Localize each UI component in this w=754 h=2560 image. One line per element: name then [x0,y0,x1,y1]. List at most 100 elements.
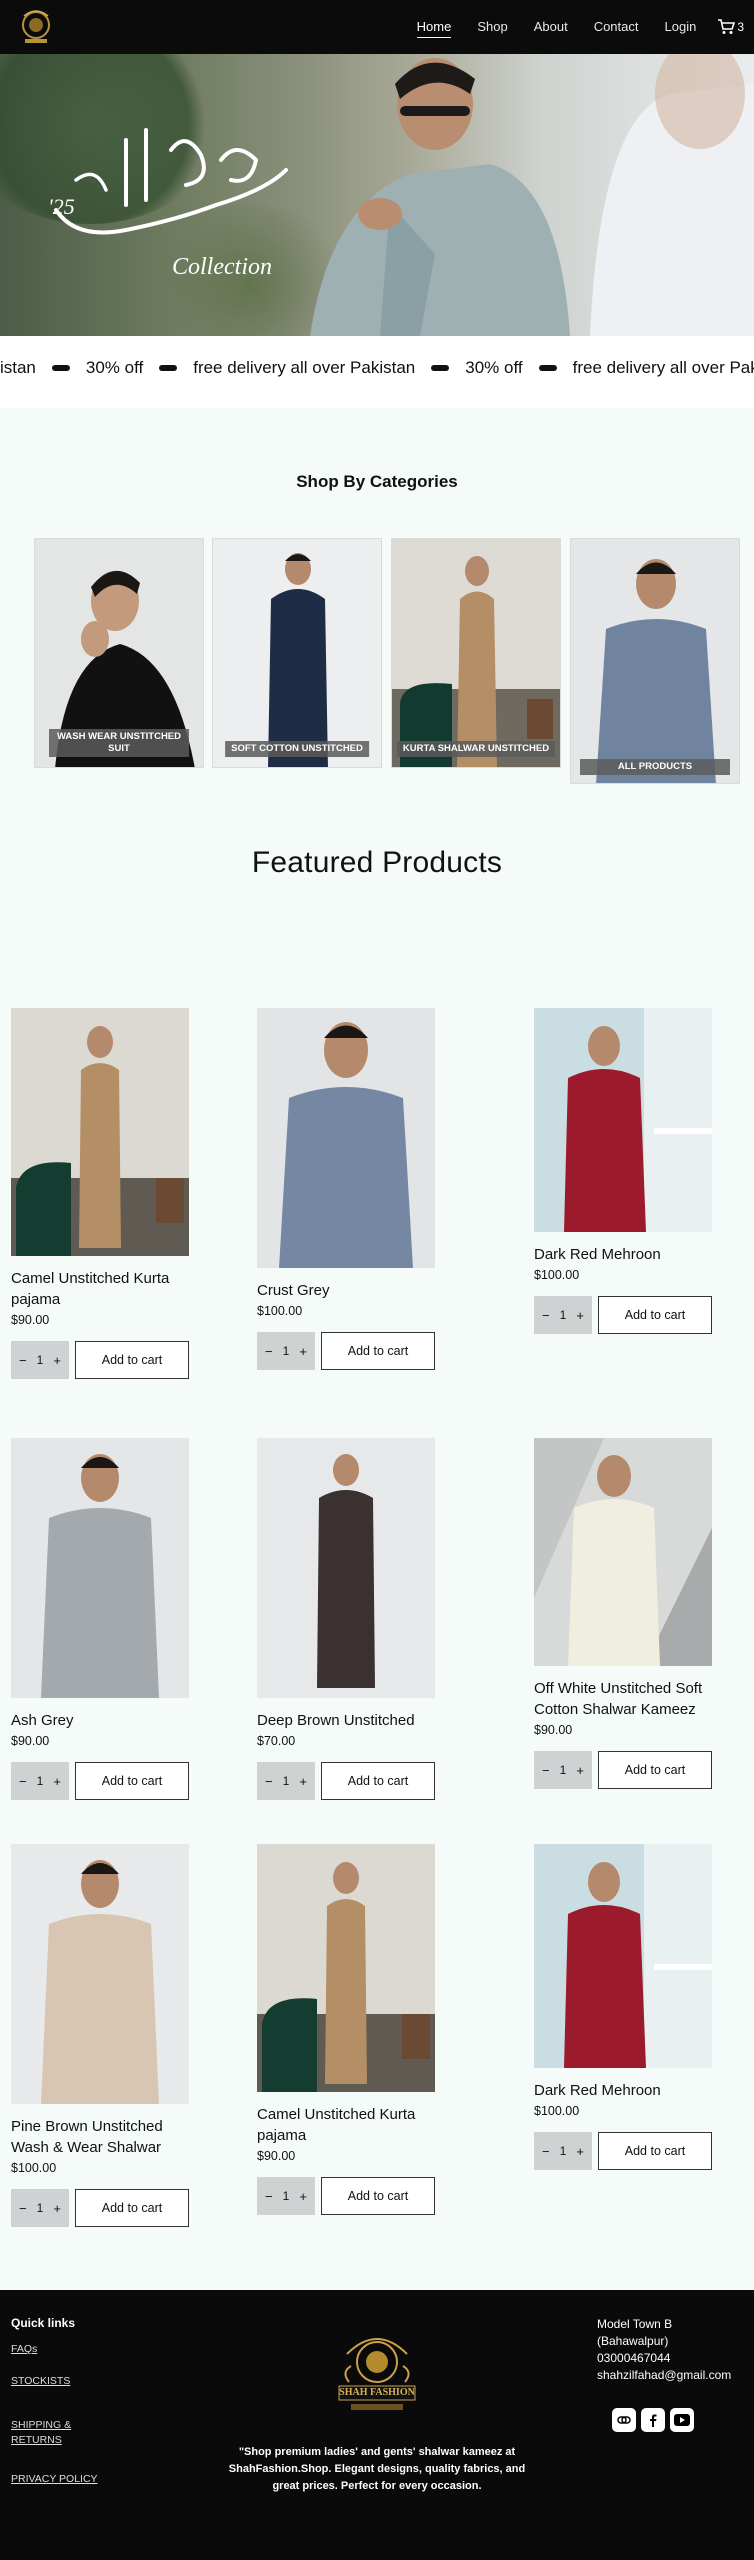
quantity-stepper: − 1 + [11,1341,69,1379]
youtube-icon[interactable] [670,2408,694,2432]
quantity-value[interactable]: 1 [283,1344,290,1358]
category-card-kurta-shalwar[interactable]: KURTA SHALWAR UNSTITCHED [391,538,561,768]
add-to-cart-button[interactable]: Add to cart [321,1762,435,1800]
category-label: WASH WEAR UNSTITCHED SUIT [49,729,189,757]
plus-icon[interactable]: + [299,1344,307,1359]
minus-icon[interactable]: − [265,2189,273,2204]
footer-email[interactable]: shahzilfahad@gmail.com [597,2367,731,2384]
quantity-value[interactable]: 1 [283,1774,290,1788]
category-card-all-products[interactable]: ALL PRODUCTS [570,538,740,784]
facebook-icon[interactable] [641,2408,665,2432]
product-name[interactable]: Crust Grey [257,1280,435,1301]
minus-icon[interactable]: − [19,1353,27,1368]
minus-icon[interactable]: − [542,2144,550,2159]
product-name[interactable]: Pine Brown Unstitched Wash & Wear Shalwa… [11,2116,189,2158]
wave-divider-icon [159,365,178,371]
quantity-value[interactable]: 1 [37,1774,44,1788]
add-to-cart-button[interactable]: Add to cart [75,1762,189,1800]
plus-icon[interactable]: + [576,2144,584,2159]
brand-logo[interactable] [14,6,58,48]
hero-banner[interactable]: '25 Collection [0,54,754,336]
product-image[interactable] [11,1008,189,1256]
category-card-soft-cotton[interactable]: SOFT COTTON UNSTITCHED [212,538,382,768]
footer-contact: Model Town B (Bahawalpur) 03000467044 sh… [597,2316,731,2384]
add-to-cart-button[interactable]: Add to cart [75,1341,189,1379]
plus-icon[interactable]: + [576,1763,584,1778]
product-card[interactable]: Dark Red Mehroon $100.00 − 1 + Add to ca… [534,1844,712,2170]
quantity-stepper: − 1 + [11,2189,69,2227]
minus-icon[interactable]: − [19,2201,27,2216]
product-card[interactable]: Deep Brown Unstitched $70.00 − 1 + Add t… [257,1438,435,1800]
footer-phone[interactable]: 03000467044 [597,2350,731,2367]
product-image[interactable] [534,1844,712,2068]
quantity-stepper: − 1 + [534,2132,592,2170]
nav-contact[interactable]: Contact [581,0,652,54]
add-to-cart-button[interactable]: Add to cart [598,1296,712,1334]
footer-link-shipping[interactable]: SHIPPING & RETURNS [11,2418,81,2448]
product-card[interactable]: Ash Grey $90.00 − 1 + Add to cart [11,1438,189,1800]
product-price: $100.00 [534,2104,580,2118]
minus-icon[interactable]: − [19,1774,27,1789]
quantity-value[interactable]: 1 [37,2201,44,2215]
minus-icon[interactable]: − [265,1774,273,1789]
product-name[interactable]: Ash Grey [11,1710,189,1731]
product-card[interactable]: Camel Unstitched Kurta pajama $90.00 − 1… [257,1844,435,2215]
quantity-value[interactable]: 1 [37,1353,44,1367]
footer-tagline: "Shop premium ladies' and gents' shalwar… [228,2446,526,2492]
product-image[interactable] [534,1438,712,1666]
nav-home[interactable]: Home [404,0,465,54]
quantity-value[interactable]: 1 [283,2189,290,2203]
product-image[interactable] [11,1438,189,1698]
wave-divider-icon [538,365,557,371]
nav-login[interactable]: Login [652,0,710,54]
plus-icon[interactable]: + [576,1308,584,1323]
add-to-cart-button[interactable]: Add to cart [598,2132,712,2170]
product-name[interactable]: Camel Unstitched Kurta pajama [257,2104,435,2146]
quantity-value[interactable]: 1 [560,1308,567,1322]
product-image[interactable] [11,1844,189,2104]
product-name[interactable]: Dark Red Mehroon [534,1244,712,1265]
minus-icon[interactable]: − [265,1344,273,1359]
category-card-wash-wear[interactable]: WASH WEAR UNSTITCHED SUIT [34,538,204,768]
product-name[interactable]: Deep Brown Unstitched [257,1710,435,1731]
product-card[interactable]: Dark Red Mehroon $100.00 − 1 + Add to ca… [534,1008,712,1334]
product-card[interactable]: Pine Brown Unstitched Wash & Wear Shalwa… [11,1844,189,2227]
add-to-cart-button[interactable]: Add to cart [321,1332,435,1370]
product-name[interactable]: Off White Unstitched Soft Cotton Shalwar… [534,1678,712,1720]
cart-button[interactable]: 3 [709,19,744,35]
quantity-value[interactable]: 1 [560,1763,567,1777]
product-image[interactable] [257,1008,435,1268]
product-price: $70.00 [257,1734,296,1748]
plus-icon[interactable]: + [299,2189,307,2204]
category-label: SOFT COTTON UNSTITCHED [225,741,369,757]
plus-icon[interactable]: + [53,2201,61,2216]
footer-brand-logo[interactable]: SHAH FASHION [327,2324,427,2414]
site-header: Home Shop About Contact Login 3 [0,0,754,54]
footer-link-faqs[interactable]: FAQs [11,2342,37,2357]
minus-icon[interactable]: − [542,1308,550,1323]
plus-icon[interactable]: + [299,1774,307,1789]
product-card[interactable]: Off White Unstitched Soft Cotton Shalwar… [534,1438,712,1789]
footer-link-stockists[interactable]: STOCKISTS [11,2374,70,2389]
add-to-cart-button[interactable]: Add to cart [75,2189,189,2227]
link-icon[interactable] [612,2408,636,2432]
add-to-cart-button[interactable]: Add to cart [321,2177,435,2215]
plus-icon[interactable]: + [53,1353,61,1368]
product-name[interactable]: Camel Unstitched Kurta pajama [11,1268,189,1310]
footer-address: Model Town B (Bahawalpur) [597,2317,673,2348]
category-image [213,539,381,767]
nav-shop[interactable]: Shop [464,0,520,54]
product-card[interactable]: Camel Unstitched Kurta pajama $90.00 − 1… [11,1008,189,1379]
cart-count: 3 [737,20,744,34]
product-image[interactable] [257,1844,435,2092]
product-image[interactable] [257,1438,435,1698]
plus-icon[interactable]: + [53,1774,61,1789]
product-name[interactable]: Dark Red Mehroon [534,2080,712,2101]
nav-about[interactable]: About [521,0,581,54]
product-card[interactable]: Crust Grey $100.00 − 1 + Add to cart [257,1008,435,1370]
minus-icon[interactable]: − [542,1763,550,1778]
add-to-cart-button[interactable]: Add to cart [598,1751,712,1789]
product-image[interactable] [534,1008,712,1232]
footer-link-privacy[interactable]: PRIVACY POLICY [11,2472,98,2487]
quantity-value[interactable]: 1 [560,2144,567,2158]
